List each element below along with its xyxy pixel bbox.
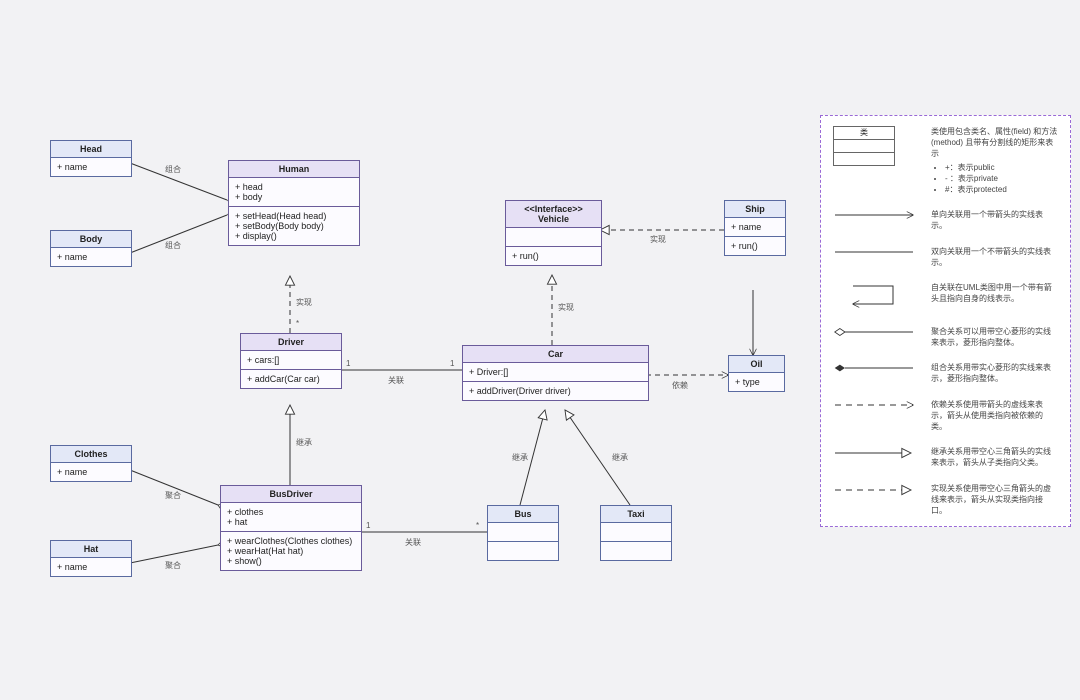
edge-label: 依赖 <box>672 380 688 390</box>
legend-panel: 类 类使用包含类名、属性(field) 和方法(method) 且带有分割线的矩… <box>820 115 1071 527</box>
class-hat[interactable]: Hat + name <box>50 540 132 577</box>
edge-label: 实现 <box>650 234 666 244</box>
edge-taxi-car <box>565 410 630 505</box>
legend-composition: 组合关系用带实心菱形的实线来表示，菱形指向整体。 <box>931 362 1058 384</box>
class-title: Hat <box>51 541 131 558</box>
edge-label: 组合 <box>165 164 181 174</box>
edge-label: 实现 <box>296 297 312 307</box>
edge-hat-busdriver <box>130 545 218 563</box>
class-title: Car <box>463 346 648 363</box>
class-ops: + setHead(Head head) + setBody(Body body… <box>229 207 359 245</box>
class-vehicle[interactable]: <<Interface>> Vehicle + run() <box>505 200 602 266</box>
class-title: Human <box>229 161 359 178</box>
edge-body-human <box>130 215 227 253</box>
class-bus[interactable]: Bus <box>487 505 559 561</box>
legend-dependency: 依赖关系使用带箭头的虚线来表示，箭头从使用类指向被依赖的类。 <box>931 399 1058 433</box>
legend-inheritance: 继承关系用带空心三角箭头的实线来表示，箭头从子类指向父类。 <box>931 446 1058 468</box>
edge-mult: 1 <box>450 359 455 368</box>
edge-mult: 1 <box>366 521 371 530</box>
legend-class-header: 类 <box>834 127 894 140</box>
legend-class-desc: 类使用包含类名、属性(field) 和方法(method) 且带有分割线的矩形来… <box>931 126 1058 160</box>
edge-label: 继承 <box>512 452 528 462</box>
class-title: Head <box>51 141 131 158</box>
class-title: Taxi <box>601 506 671 523</box>
legend-vis-private: - ：表示private <box>945 173 1058 184</box>
legend-self: 自关联在UML类图中用一个带有箭头且指向自身的线表示。 <box>931 282 1058 304</box>
legend-vis-protected: #：表示protected <box>945 184 1058 195</box>
class-ops: + run() <box>506 247 601 265</box>
class-ops: + wearClothes(Clothes clothes) + wearHat… <box>221 532 361 570</box>
class-title: Bus <box>488 506 558 523</box>
legend-realization: 实现关系使用带空心三角箭头的虚线来表示，箭头从实现类指向接口。 <box>931 483 1058 517</box>
class-attrs: + name <box>51 463 131 481</box>
class-ops: + addCar(Car car) <box>241 370 341 388</box>
class-attrs: + name <box>725 218 785 237</box>
class-attrs <box>601 523 671 542</box>
class-driver[interactable]: Driver + cars:[] + addCar(Car car) <box>240 333 342 389</box>
edge-mult: * <box>296 319 299 328</box>
class-car[interactable]: Car + Driver:[] + addDriver(Driver drive… <box>462 345 649 401</box>
class-ship[interactable]: Ship + name + run() <box>724 200 786 256</box>
class-body[interactable]: Body + name <box>50 230 132 267</box>
class-attrs <box>488 523 558 542</box>
class-ops: + run() <box>725 237 785 255</box>
diagram-canvas: 组合 组合 实现 * 继承 关联 1 1 关联 1 * 聚合 聚合 实现 实现 <box>0 0 1080 700</box>
legend-assoc-bi: 双向关联用一个不带箭头的实线表示。 <box>931 246 1058 268</box>
legend-class-icon: 类 <box>833 126 895 166</box>
legend-vis-public: +：表示public <box>945 162 1058 173</box>
edge-label: 继承 <box>296 437 312 447</box>
class-oil[interactable]: Oil + type <box>728 355 785 392</box>
legend-aggregation: 聚合关系可以用带空心菱形的实线来表示，菱形指向整体。 <box>931 326 1058 348</box>
class-title: Ship <box>725 201 785 218</box>
edge-clothes-busdriver <box>130 470 218 505</box>
class-attrs: + name <box>51 158 131 176</box>
class-title: Body <box>51 231 131 248</box>
class-taxi[interactable]: Taxi <box>600 505 672 561</box>
edge-head-human <box>130 163 227 200</box>
edge-label: 继承 <box>612 452 628 462</box>
edge-mult: 1 <box>346 359 351 368</box>
edge-label: 聚合 <box>165 560 181 570</box>
class-ops <box>601 542 671 560</box>
class-ops: + addDriver(Driver driver) <box>463 382 648 400</box>
edge-label: 实现 <box>558 302 574 312</box>
edge-bus-car <box>520 410 545 505</box>
class-busdriver[interactable]: BusDriver + clothes + hat + wearClothes(… <box>220 485 362 571</box>
edge-label: 组合 <box>165 240 181 250</box>
class-title: Oil <box>729 356 784 373</box>
legend-assoc-uni: 单向关联用一个带箭头的实线表示。 <box>931 209 1058 231</box>
class-attrs: + name <box>51 558 131 576</box>
class-attrs: + cars:[] <box>241 351 341 370</box>
class-clothes[interactable]: Clothes + name <box>50 445 132 482</box>
class-human[interactable]: Human + head + body + setHead(Head head)… <box>228 160 360 246</box>
class-title: BusDriver <box>221 486 361 503</box>
class-head[interactable]: Head + name <box>50 140 132 177</box>
class-ops <box>488 542 558 560</box>
class-attrs: + head + body <box>229 178 359 207</box>
class-title: <<Interface>> Vehicle <box>506 201 601 228</box>
edge-mult: * <box>476 521 479 530</box>
class-attrs: + name <box>51 248 131 266</box>
class-attrs <box>506 228 601 247</box>
edge-label: 关联 <box>388 375 404 385</box>
class-attrs: + type <box>729 373 784 391</box>
class-title: Clothes <box>51 446 131 463</box>
edge-label: 聚合 <box>165 490 181 500</box>
class-attrs: + clothes + hat <box>221 503 361 532</box>
class-attrs: + Driver:[] <box>463 363 648 382</box>
class-title: Driver <box>241 334 341 351</box>
edge-label: 关联 <box>405 537 421 547</box>
